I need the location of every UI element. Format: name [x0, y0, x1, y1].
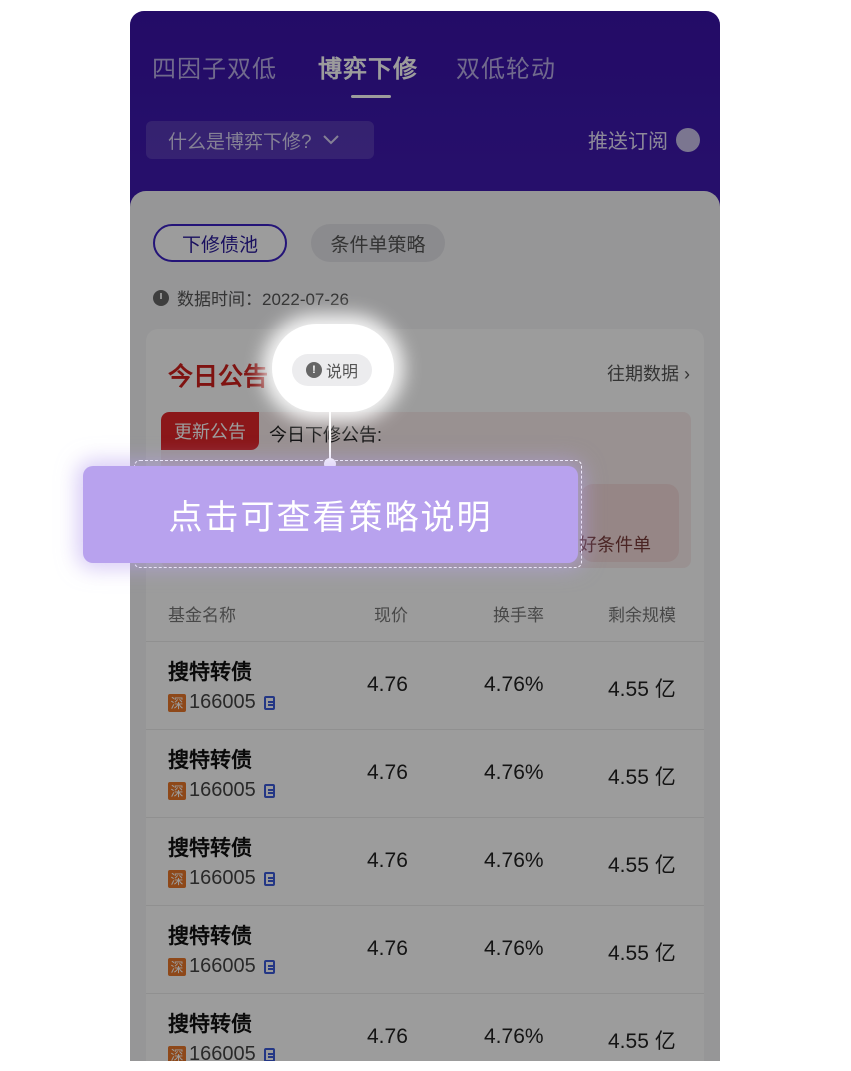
fund-name: 搜特转债	[168, 1013, 252, 1036]
tab-game-revision[interactable]: 博弈下修	[318, 49, 418, 84]
fund-name: 搜特转债	[168, 661, 252, 684]
market-badge: 深	[168, 781, 186, 800]
main-content: 下修债池 条件单策略 数据时间：2022-07-26 今日公告 ! 说明 往期数…	[130, 191, 720, 1061]
tab-double-low-rotation[interactable]: 双低轮动	[456, 49, 556, 84]
turnover-cell: 4.76%	[484, 937, 544, 960]
fund-name: 搜特转债	[168, 925, 252, 948]
fund-name: 搜特转债	[168, 749, 252, 772]
turnover-cell: 4.76%	[484, 761, 544, 784]
copy-icon[interactable]	[263, 1047, 275, 1061]
fund-code: 深 166005	[168, 867, 275, 890]
explain-label: 说明	[325, 364, 358, 381]
copy-icon[interactable]	[263, 695, 275, 710]
history-data-link[interactable]: 往期数据 ›	[607, 360, 690, 386]
col-remaining: 剩余规模	[608, 606, 676, 625]
code-text: 166005	[189, 691, 256, 713]
turnover-cell: 4.76%	[484, 673, 544, 696]
copy-icon[interactable]	[263, 959, 275, 974]
price-cell: 4.76	[367, 673, 408, 696]
what-is-label: 什么是博弈下修?	[168, 131, 312, 153]
fund-code: 深 166005	[168, 1043, 275, 1061]
table-row[interactable]: 搜特转债 深 166005 4.76 4.76% 4.55 亿	[146, 641, 704, 730]
notice-text: 今日下修公告:	[269, 425, 383, 445]
chevron-down-icon	[322, 135, 339, 145]
code-text: 166005	[189, 955, 256, 977]
price-cell: 4.76	[367, 849, 408, 872]
fund-code: 深 166005	[168, 779, 275, 802]
update-badge: 更新公告	[161, 412, 259, 450]
market-badge: 深	[168, 957, 186, 976]
chip-conditional-order[interactable]: 条件单策略	[311, 224, 445, 262]
fund-name: 搜特转债	[168, 837, 252, 860]
guide-tooltip[interactable]: 点击可查看策略说明	[83, 466, 578, 563]
history-label: 往期数据	[606, 364, 679, 384]
market-badge: 深	[168, 1045, 186, 1061]
price-cell: 4.76	[367, 1025, 408, 1048]
price-cell: 4.76	[367, 761, 408, 784]
push-subscription[interactable]: 推送订阅	[588, 125, 700, 154]
remaining-cell: 4.55 亿	[608, 854, 676, 877]
info-icon: !	[305, 362, 322, 378]
turnover-cell: 4.76%	[484, 1025, 544, 1048]
chip-revision-pool[interactable]: 下修债池	[153, 224, 287, 262]
guide-connector	[329, 406, 331, 464]
price-cell: 4.76	[367, 937, 408, 960]
subscribe-label: 推送订阅	[588, 131, 668, 153]
remaining-cell: 4.55 亿	[608, 1030, 676, 1053]
col-turnover: 换手率	[493, 606, 544, 625]
code-text: 166005	[189, 1043, 256, 1061]
code-text: 166005	[189, 867, 256, 889]
what-is-dropdown[interactable]: 什么是博弈下修?	[146, 121, 374, 159]
col-price: 现价	[374, 606, 408, 625]
highlighted-explain-button[interactable]: ! 说明	[292, 354, 372, 386]
subscribe-toggle[interactable]	[676, 127, 700, 152]
market-badge: 深	[168, 693, 186, 712]
remaining-cell: 4.55 亿	[608, 766, 676, 789]
col-fund-name: 基金名称	[168, 606, 236, 625]
connector-dot-top	[324, 400, 336, 412]
table-row[interactable]: 搜特转债 深 166005 4.76 4.76% 4.55 亿	[146, 905, 704, 994]
table-row[interactable]: 搜特转债 深 166005 4.76 4.76% 4.55 亿	[146, 817, 704, 906]
data-time-text: 数据时间：2022-07-26	[177, 290, 349, 309]
notice-title: 今日公告	[168, 363, 269, 391]
active-tab-indicator	[351, 95, 391, 98]
notice-card: 今日公告 ! 说明 往期数据 › 更新公告 今日下修公告: 置好条件单 基金名称…	[146, 329, 704, 1061]
fund-code: 深 166005	[168, 955, 275, 978]
code-text: 166005	[189, 779, 256, 801]
chevron-right-icon: ›	[684, 364, 690, 384]
fund-code: 深 166005	[168, 691, 275, 714]
copy-icon[interactable]	[263, 783, 275, 798]
table-row[interactable]: 搜特转债 深 166005 4.76 4.76% 4.55 亿	[146, 993, 704, 1061]
copy-icon[interactable]	[263, 871, 275, 886]
tab-four-factor[interactable]: 四因子双低	[152, 49, 277, 84]
table-row[interactable]: 搜特转债 深 166005 4.76 4.76% 4.55 亿	[146, 729, 704, 818]
clock-icon	[153, 289, 169, 306]
market-badge: 深	[168, 869, 186, 888]
table-header: 基金名称 现价 换手率 剩余规模	[146, 601, 704, 641]
remaining-cell: 4.55 亿	[608, 942, 676, 965]
data-time: 数据时间：2022-07-26	[153, 285, 349, 310]
remaining-cell: 4.55 亿	[608, 678, 676, 701]
turnover-cell: 4.76%	[484, 849, 544, 872]
